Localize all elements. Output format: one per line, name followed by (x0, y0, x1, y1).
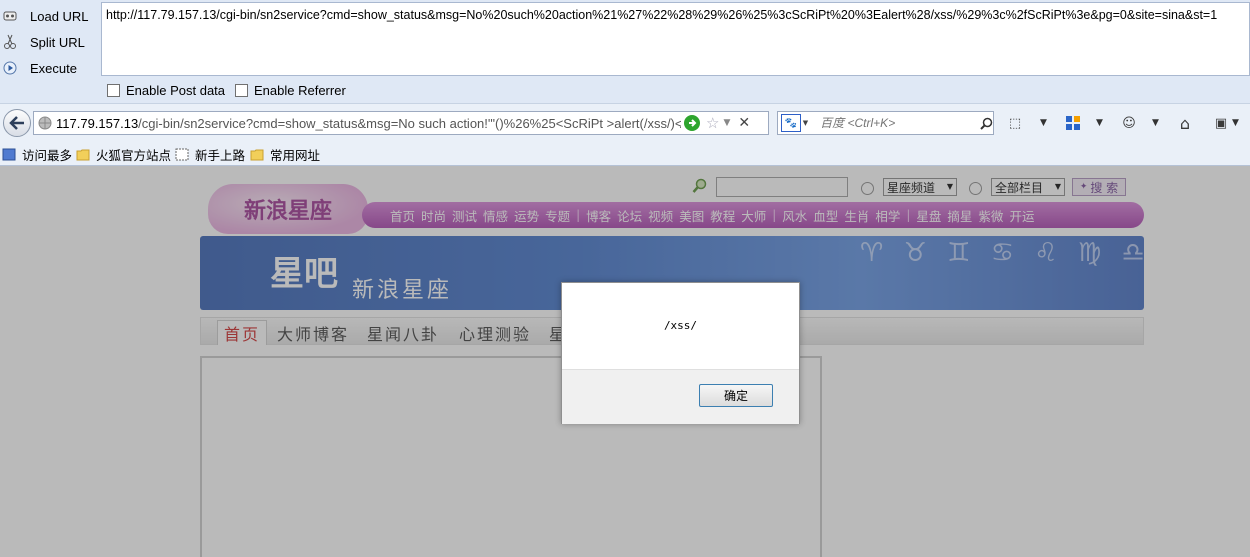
checkbox-icon (235, 84, 248, 97)
navigation-toolbar: 117.79.157.13/cgi-bin/sn2service?cmd=sho… (0, 103, 1250, 142)
hackbar: Load URL Split URL Execute http://117.79… (0, 0, 1250, 103)
back-button[interactable] (3, 109, 31, 137)
engine-dropdown-icon[interactable]: ▼ (803, 119, 808, 127)
execute-button[interactable]: Execute (0, 56, 100, 80)
search-input[interactable] (818, 115, 981, 131)
load-url-button[interactable]: Load URL (0, 4, 100, 28)
play-icon (2, 60, 18, 76)
url-path: /cgi-bin/sn2service?cmd=show_status&msg=… (138, 115, 681, 131)
back-arrow-icon (9, 116, 24, 130)
page-icon (175, 148, 189, 161)
search-icon[interactable] (980, 117, 993, 130)
stop-icon[interactable]: ✕ (738, 115, 750, 131)
enable-post-checkbox[interactable]: Enable Post data (107, 83, 225, 98)
screenshot-tool-icon[interactable]: ⬚ (1006, 114, 1024, 132)
enable-referrer-label: Enable Referrer (254, 83, 346, 98)
search-engine-icon[interactable]: 🐾 (781, 114, 801, 132)
folder-icon (250, 149, 264, 161)
addon-smiley-icon[interactable]: ☺ (1120, 114, 1138, 132)
load-url-label: Load URL (30, 8, 89, 24)
bookmark-label: 访问最多 (22, 149, 73, 163)
most-visited-icon (2, 148, 16, 161)
execute-label: Execute (30, 60, 77, 76)
bookmarks-menu-icon[interactable]: ▣ (1212, 114, 1230, 132)
address-bar[interactable]: 117.79.157.13/cgi-bin/sn2service?cmd=sho… (33, 111, 769, 135)
bookmarks-toolbar: 访问最多 火狐官方站点 新手上路 常用网址 (0, 141, 1250, 166)
split-url-label: Split URL (30, 34, 85, 50)
bookmark-label: 火狐官方站点 (96, 149, 172, 163)
globe-icon (38, 116, 52, 130)
alert-dialog: /xss/ 确定 (561, 282, 800, 424)
bookmark-firefox-site[interactable]: 火狐官方站点 (76, 145, 171, 164)
alert-message: /xss/ (663, 319, 698, 332)
checkbox-icon (107, 84, 120, 97)
bookmark-most-visited[interactable]: 访问最多 (2, 145, 72, 164)
enable-referrer-checkbox[interactable]: Enable Referrer (235, 83, 346, 98)
load-url-icon (2, 8, 18, 24)
screenshot-dropdown-icon[interactable]: ▼ (1040, 118, 1047, 128)
home-icon[interactable]: ⌂ (1176, 114, 1194, 133)
ok-button[interactable]: 确定 (699, 384, 773, 407)
url-dropdown-icon[interactable]: ▼ (723, 118, 730, 128)
addon-dropdown-icon[interactable]: ▼ (1152, 118, 1159, 128)
split-url-button[interactable]: Split URL (0, 30, 100, 54)
bookmark-label: 新手上路 (195, 149, 246, 163)
bookmark-getting-started[interactable]: 新手上路 (175, 145, 245, 164)
enable-post-label: Enable Post data (126, 83, 226, 98)
folder-icon (76, 149, 90, 161)
bookmarks-dropdown-icon[interactable]: ▼ (1232, 118, 1239, 128)
bookmark-label: 常用网址 (270, 149, 321, 163)
go-arrow-icon[interactable] (684, 115, 700, 131)
alert-footer: 确定 (562, 369, 799, 424)
scissors-icon (2, 34, 18, 50)
hackbar-url-textarea[interactable]: http://117.79.157.13/cgi-bin/sn2service?… (101, 2, 1250, 76)
address-bar-url[interactable]: 117.79.157.13/cgi-bin/sn2service?cmd=sho… (56, 116, 681, 131)
bookmark-common-sites[interactable]: 常用网址 (250, 145, 320, 164)
apps-grid-icon[interactable] (1064, 114, 1082, 132)
url-host: 117.79.157.13 (56, 115, 139, 131)
bookmark-star-icon[interactable]: ☆ (706, 114, 719, 132)
apps-dropdown-icon[interactable]: ▼ (1096, 118, 1103, 128)
search-bar[interactable]: 🐾 ▼ (777, 111, 994, 135)
